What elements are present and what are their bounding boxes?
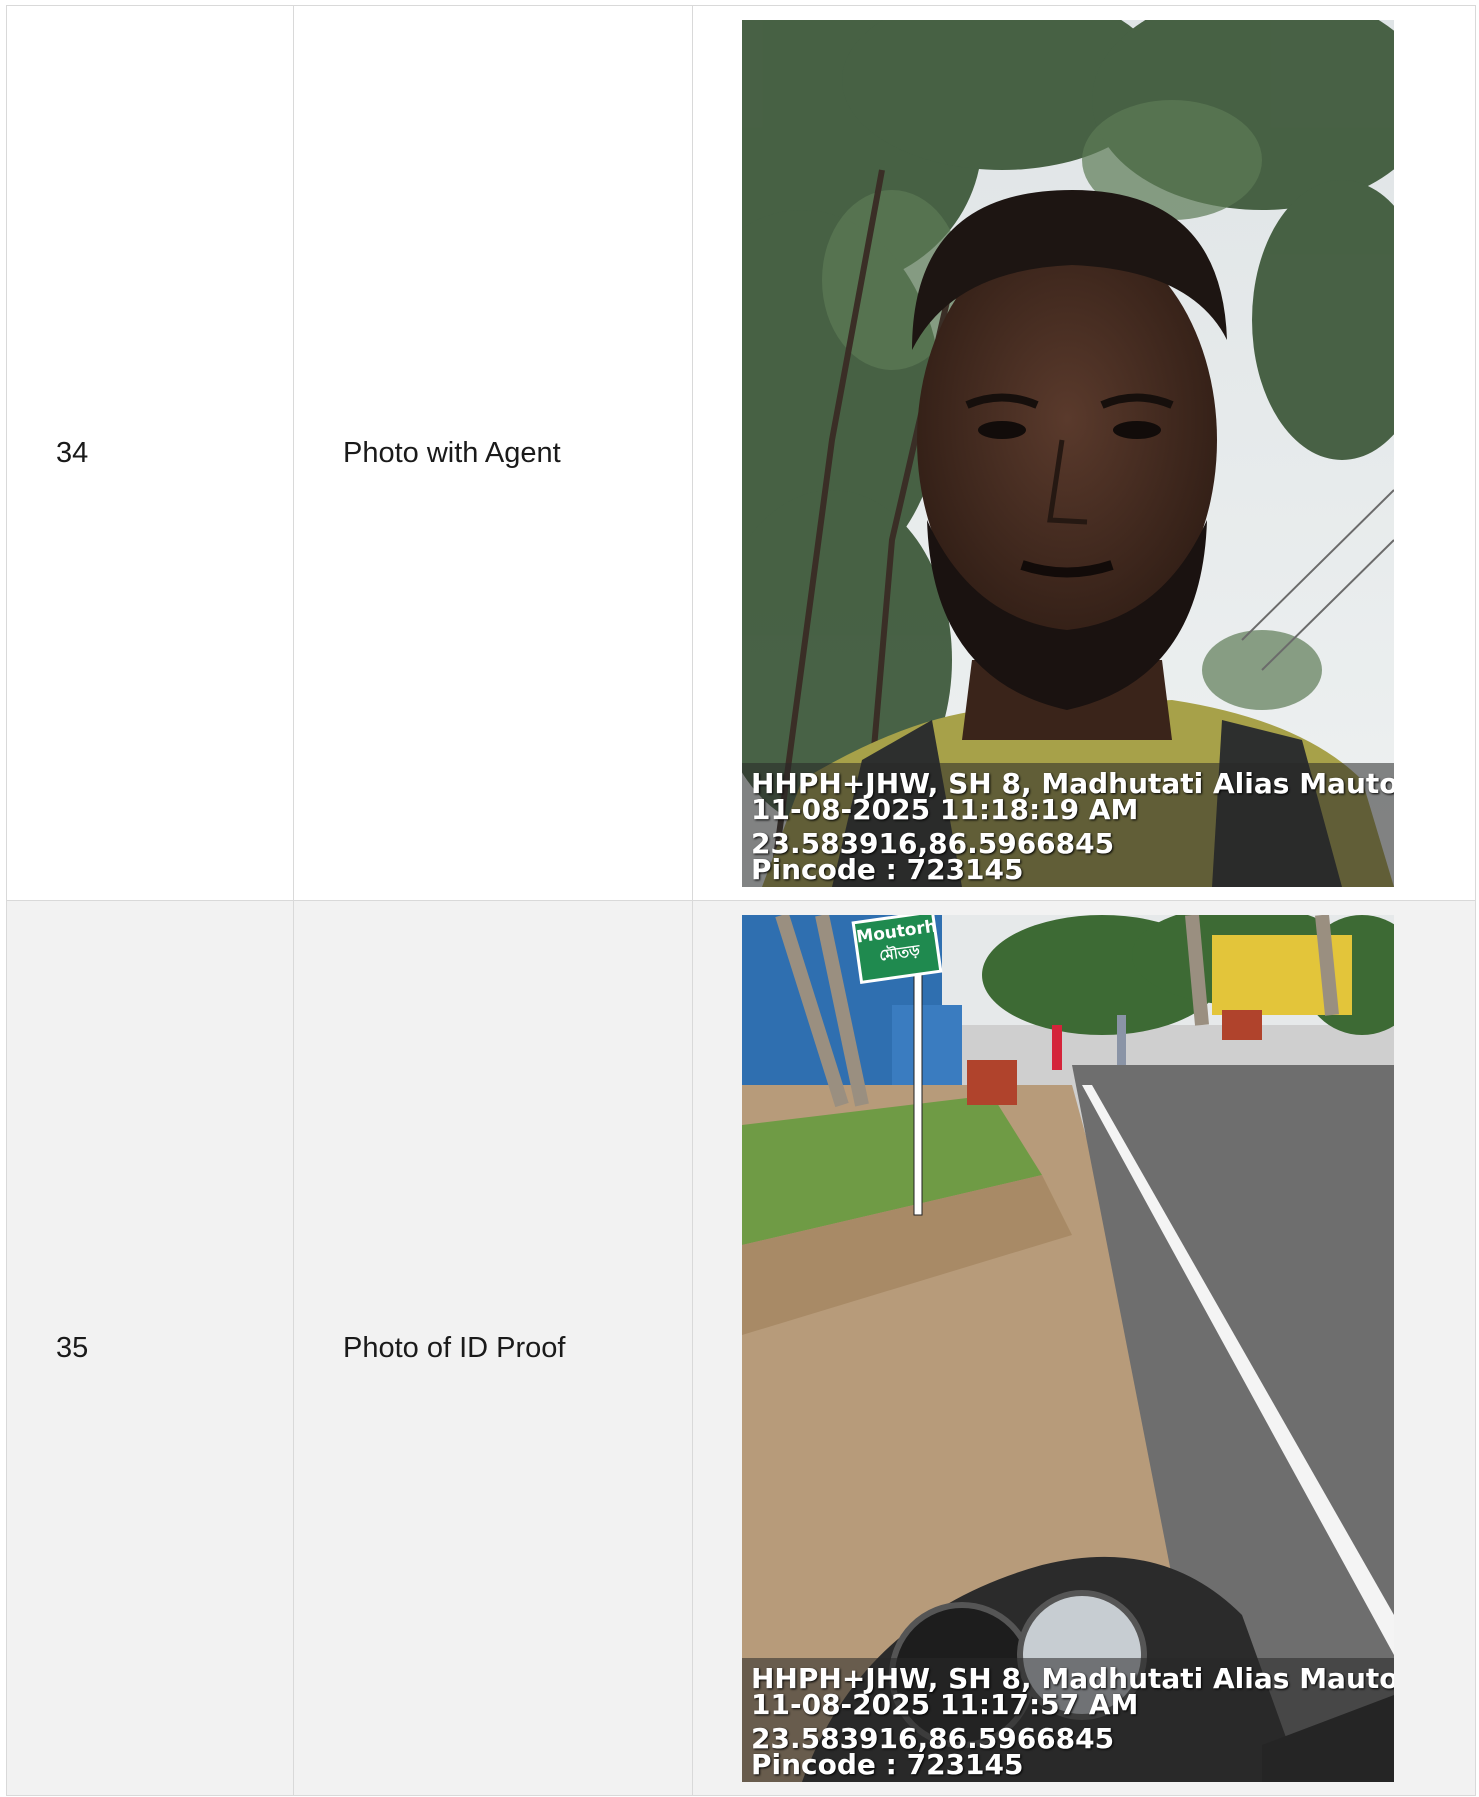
roadside-scene: [742, 914, 1394, 1782]
stamp-datetime: 11-08-2025 11:17:57 AM: [751, 1687, 1139, 1721]
row-number: 35: [6, 900, 294, 1796]
selfie-scene: [742, 19, 1394, 887]
table-row: 34 Photo with Agent HHPH+JHW, SH 8, Madh…: [6, 5, 1476, 901]
evidence-table: 34 Photo with Agent HHPH+JHW, SH 8, Madh…: [6, 5, 1476, 1796]
photo-cell: HHPH+JHW, SH 8, Madhutati Alias Mautor, …: [692, 5, 1476, 901]
agent-selfie-photo: HHPH+JHW, SH 8, Madhutati Alias Mautor, …: [742, 19, 1394, 887]
row-label: Photo with Agent: [293, 5, 693, 901]
stamp-datetime: 11-08-2025 11:18:19 AM: [751, 792, 1139, 826]
geo-stamp: HHPH+JHW, SH 8, Madhutati Alias Mautor, …: [751, 771, 1394, 883]
row-label: Photo of ID Proof: [293, 900, 693, 1796]
geo-stamp: HHPH+JHW, SH 8, Madhutati Alias Mautor, …: [751, 1666, 1394, 1778]
row-number: 34: [6, 5, 294, 901]
photo-cell: Moutorh মৌতড় HHPH+JHW, SH 8, Madhutati …: [692, 900, 1476, 1796]
stamp-pincode: Pincode : 723145: [751, 1747, 1024, 1778]
id-proof-photo: Moutorh মৌতড় HHPH+JHW, SH 8, Madhutati …: [742, 914, 1394, 1782]
table-row: 35 Photo of ID Proof Moutorh মৌতড় HHPH+…: [6, 900, 1476, 1796]
stamp-pincode: Pincode : 723145: [751, 852, 1024, 883]
